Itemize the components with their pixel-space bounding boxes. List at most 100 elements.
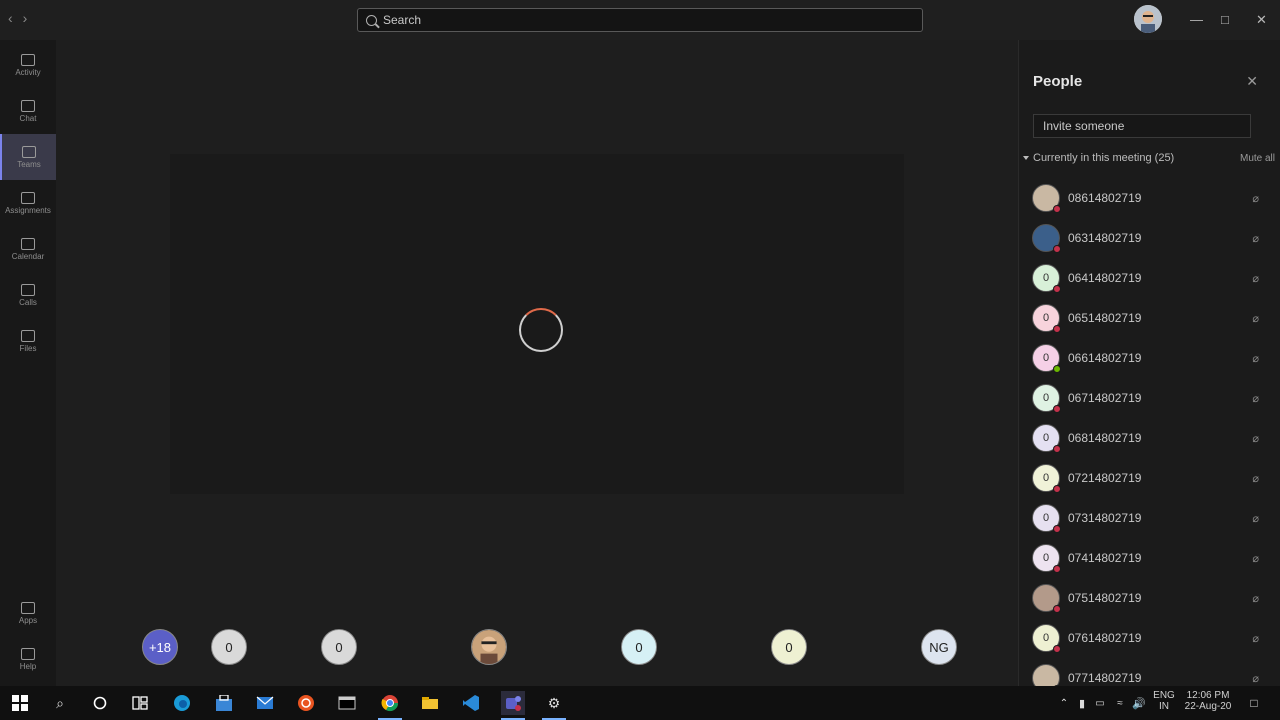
rail-item-chat[interactable]: Chat bbox=[0, 88, 56, 134]
participant-row[interactable]: 0 06414802719 ⌀ bbox=[1019, 258, 1280, 298]
chat-icon bbox=[21, 99, 35, 112]
ubuntu-icon[interactable] bbox=[294, 691, 318, 715]
mic-muted-icon[interactable]: ⌀ bbox=[1252, 432, 1259, 445]
participant-row[interactable]: 0 06614802719 ⌀ bbox=[1019, 338, 1280, 378]
chrome-icon[interactable] bbox=[378, 691, 402, 720]
windows-start-icon[interactable] bbox=[8, 691, 32, 715]
avatar-text: 0 bbox=[225, 639, 233, 655]
participant-row[interactable]: 0 06714802719 ⌀ bbox=[1019, 378, 1280, 418]
forward-arrow-icon[interactable]: › bbox=[23, 10, 28, 26]
participant-avatar: 0 bbox=[1032, 624, 1061, 653]
presence-status-icon bbox=[1053, 405, 1061, 413]
rail-item-activity[interactable]: Activity bbox=[0, 42, 56, 88]
meeting-section-header[interactable]: Currently in this meeting (25) Mute all bbox=[1023, 152, 1279, 164]
panel-title: People bbox=[1033, 73, 1083, 90]
participant-avatar bbox=[1032, 184, 1061, 213]
search-icon[interactable]: ⌕ bbox=[48, 691, 72, 715]
volume-icon[interactable]: 🔊 bbox=[1127, 691, 1151, 715]
presence-status-icon bbox=[1053, 485, 1061, 493]
participant-photo-icon bbox=[472, 630, 506, 664]
file-explorer-icon[interactable] bbox=[418, 691, 442, 715]
mic-muted-icon[interactable]: ⌀ bbox=[1252, 352, 1259, 365]
rail-item-files[interactable]: Files bbox=[0, 318, 56, 364]
mic-muted-icon[interactable]: ⌀ bbox=[1252, 672, 1259, 685]
notification-center-icon[interactable]: □ bbox=[1242, 691, 1266, 715]
participant-avatar[interactable]: 0 bbox=[771, 629, 807, 665]
presence-status-icon bbox=[1053, 445, 1061, 453]
avatar-text: 0 bbox=[1042, 312, 1050, 324]
rail-item-assignments[interactable]: Assignments bbox=[0, 180, 56, 226]
mic-muted-icon[interactable]: ⌀ bbox=[1252, 392, 1259, 405]
edge-icon[interactable] bbox=[170, 691, 194, 715]
participant-avatar[interactable] bbox=[471, 629, 507, 665]
mute-all-button[interactable]: Mute all bbox=[1240, 153, 1275, 164]
rail-label: Apps bbox=[18, 615, 38, 625]
participant-avatar: 0 bbox=[1032, 344, 1061, 373]
profile-avatar[interactable] bbox=[1134, 5, 1162, 33]
mic-muted-icon[interactable]: ⌀ bbox=[1252, 592, 1259, 605]
task-view-icon[interactable] bbox=[128, 691, 152, 715]
vscode-icon[interactable] bbox=[459, 691, 483, 715]
close-window-button[interactable]: ✕ bbox=[1256, 12, 1267, 28]
participant-avatar: 0 bbox=[1032, 464, 1061, 493]
minimize-button[interactable]: — bbox=[1190, 12, 1203, 27]
mic-muted-icon[interactable]: ⌀ bbox=[1252, 512, 1259, 525]
mic-muted-icon[interactable]: ⌀ bbox=[1252, 272, 1259, 285]
avatar-text: 0 bbox=[335, 639, 343, 655]
participant-row[interactable]: 0 07214802719 ⌀ bbox=[1019, 458, 1280, 498]
participant-avatar: 0 bbox=[1032, 304, 1061, 333]
participant-row[interactable]: 0 07414802719 ⌀ bbox=[1019, 538, 1280, 578]
rail-item-apps[interactable]: Apps bbox=[0, 590, 56, 636]
loading-spinner-icon bbox=[519, 308, 563, 352]
avatar-text: 0 bbox=[635, 639, 643, 655]
language-code: ENG bbox=[1153, 690, 1175, 701]
clock-date: 22-Aug-20 bbox=[1184, 701, 1232, 712]
mic-muted-icon[interactable]: ⌀ bbox=[1252, 472, 1259, 485]
teams-taskbar-icon[interactable] bbox=[501, 691, 525, 720]
maximize-button[interactable]: □ bbox=[1221, 12, 1229, 27]
presence-status-icon bbox=[1053, 205, 1061, 213]
region-code: IN bbox=[1159, 701, 1169, 712]
participant-avatar[interactable]: 0 bbox=[211, 629, 247, 665]
overflow-participants-avatar[interactable]: +18 bbox=[142, 629, 178, 665]
participant-list: 08614802719 ⌀ 06314802719 ⌀ 0 06414802719 ⌀ 0 06… bbox=[1019, 178, 1280, 698]
rail-label: Chat bbox=[19, 113, 37, 123]
avatar-text: 0 bbox=[1042, 432, 1050, 444]
terminal-icon[interactable] bbox=[335, 691, 359, 715]
mic-muted-icon[interactable]: ⌀ bbox=[1252, 312, 1259, 325]
back-arrow-icon[interactable]: ‹ bbox=[8, 10, 13, 26]
participant-row[interactable]: 06314802719 ⌀ bbox=[1019, 218, 1280, 258]
clock[interactable]: 12:06 PM 22-Aug-20 bbox=[1180, 690, 1236, 712]
store-icon[interactable] bbox=[212, 691, 236, 715]
participant-name: 07314802719 bbox=[1068, 511, 1142, 525]
settings-gear-icon[interactable]: ⚙ bbox=[542, 691, 566, 720]
participant-row[interactable]: 0 06514802719 ⌀ bbox=[1019, 298, 1280, 338]
mic-muted-icon[interactable]: ⌀ bbox=[1252, 232, 1259, 245]
rail-label: Help bbox=[19, 661, 37, 671]
participant-avatar[interactable]: 0 bbox=[321, 629, 357, 665]
rail-item-calendar[interactable]: Calendar bbox=[0, 226, 56, 272]
participant-row[interactable]: 07514802719 ⌀ bbox=[1019, 578, 1280, 618]
participant-name: 06714802719 bbox=[1068, 391, 1142, 405]
rail-item-help[interactable]: Help bbox=[0, 636, 56, 682]
participant-row[interactable]: 0 07314802719 ⌀ bbox=[1019, 498, 1280, 538]
mic-muted-icon[interactable]: ⌀ bbox=[1252, 552, 1259, 565]
participant-avatar[interactable]: NG bbox=[921, 629, 957, 665]
participant-name: 08614802719 bbox=[1068, 191, 1142, 205]
close-panel-button[interactable]: ✕ bbox=[1246, 73, 1258, 90]
apps-icon bbox=[21, 601, 35, 614]
language-indicator[interactable]: ENG IN bbox=[1150, 690, 1178, 712]
rail-item-teams[interactable]: Teams bbox=[0, 134, 56, 180]
presence-status-icon bbox=[1053, 285, 1061, 293]
mic-muted-icon[interactable]: ⌀ bbox=[1252, 632, 1259, 645]
participant-row[interactable]: 0 06814802719 ⌀ bbox=[1019, 418, 1280, 458]
cortana-icon[interactable] bbox=[88, 691, 112, 715]
participant-avatar[interactable]: 0 bbox=[621, 629, 657, 665]
mic-muted-icon[interactable]: ⌀ bbox=[1252, 192, 1259, 205]
rail-item-calls[interactable]: Calls bbox=[0, 272, 56, 318]
invite-input[interactable]: Invite someone bbox=[1033, 114, 1251, 138]
mail-icon[interactable] bbox=[253, 691, 277, 715]
participant-row[interactable]: 08614802719 ⌀ bbox=[1019, 178, 1280, 218]
participant-row[interactable]: 0 07614802719 ⌀ bbox=[1019, 618, 1280, 658]
search-input[interactable]: Search bbox=[357, 8, 923, 32]
